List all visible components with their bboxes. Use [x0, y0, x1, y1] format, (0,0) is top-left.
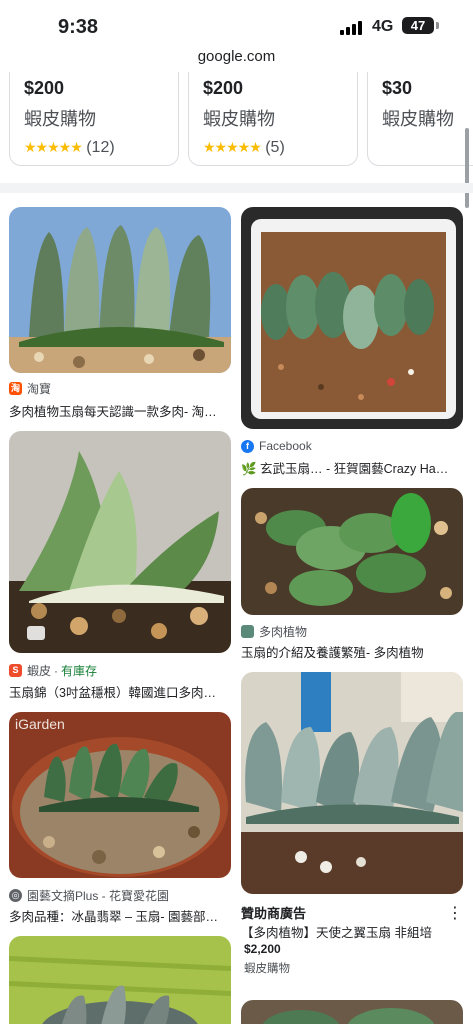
product-seller: 蝦皮購物 — [382, 109, 454, 129]
shopee-icon: S — [9, 664, 22, 677]
shopping-carousel[interactable]: $200 蝦皮購物 ★★★★★ (12) $200 蝦皮購物 ★★★★★ (5)… — [0, 72, 473, 172]
globe-icon: ◎ — [9, 889, 22, 902]
source-name: Facebook — [259, 439, 312, 453]
source-name: 園藝文摘Plus - 花寶愛花園 — [27, 889, 170, 903]
product-seller: 蝦皮購物 — [203, 109, 275, 129]
result-image[interactable]: iGarden — [9, 712, 231, 878]
review-count: (12) — [86, 139, 115, 156]
scrollbar[interactable] — [465, 128, 469, 208]
product-price: $200 — [203, 78, 244, 98]
result-source[interactable]: f Facebook — [241, 439, 312, 453]
cellular-signal-icon — [340, 21, 362, 35]
stock-status: 有庫存 — [61, 664, 98, 678]
product-price: $200 — [24, 78, 65, 98]
shopping-card[interactable]: $30 蝦皮購物 — [367, 72, 473, 166]
star-rating-icon: ★★★★★ — [24, 139, 83, 155]
result-caption[interactable]: 玉扇的介紹及養護繁殖- 多肉植物 — [241, 642, 463, 661]
result-image[interactable] — [9, 936, 231, 1024]
result-caption[interactable]: 🌿 玄武玉扇… - 狂賀園藝Crazy Ha… — [241, 458, 463, 477]
result-image[interactable] — [241, 672, 463, 894]
sponsored-label: 贊助商廣告 — [241, 906, 307, 921]
result-caption[interactable]: 多肉品種：冰晶翡翠 – 玉扇- 園藝部… — [9, 906, 231, 925]
result-source[interactable]: 淘 淘寶 — [9, 380, 51, 397]
result-caption[interactable]: 多肉植物玉扇每天認識一款多肉- 淘… — [9, 401, 231, 420]
result-source[interactable]: 多肉植物 — [241, 623, 307, 640]
review-count: (5) — [265, 139, 285, 156]
star-rating-icon: ★★★★★ — [203, 139, 262, 155]
result-image[interactable] — [9, 431, 231, 653]
section-divider — [0, 183, 473, 193]
source-name: 蝦皮 — [27, 664, 52, 678]
product-seller: 蝦皮購物 — [24, 109, 96, 129]
site-icon — [241, 625, 254, 638]
battery-tip — [436, 22, 439, 29]
product-price: $30 — [382, 78, 413, 98]
result-source[interactable]: S 蝦皮 · 有庫存 — [9, 662, 97, 679]
product-seller: 蝦皮購物 — [244, 963, 290, 975]
result-image[interactable] — [241, 1000, 463, 1024]
result-source[interactable]: ◎ 園藝文摘Plus - 花寶愛花園 — [9, 887, 169, 904]
result-image[interactable] — [241, 488, 463, 615]
shopping-card[interactable]: $200 蝦皮購物 ★★★★★ (5) — [188, 72, 358, 166]
result-image[interactable] — [241, 207, 463, 429]
battery-icon: 47 — [402, 17, 434, 34]
image-watermark: iGarden — [15, 716, 65, 732]
network-type: 4G — [372, 18, 394, 35]
result-caption[interactable]: 【多肉植物】天使之翼玉扇 非組培 — [241, 922, 463, 941]
source-name: 淘寶 — [27, 382, 52, 396]
facebook-icon: f — [241, 439, 254, 453]
status-time: 9:38 — [58, 16, 99, 38]
taobao-icon: 淘 — [9, 382, 22, 395]
shopping-card[interactable]: $200 蝦皮購物 ★★★★★ (12) — [9, 72, 179, 166]
source-name: 多肉植物 — [259, 625, 308, 639]
product-rating: ★★★★★ (12) — [24, 139, 164, 157]
result-image[interactable] — [9, 207, 231, 373]
result-caption[interactable]: 玉扇錦（3吋盆穩根）韓國進口多肉… — [9, 682, 231, 701]
more-options-icon[interactable]: ⋮ — [447, 903, 463, 923]
product-rating: ★★★★★ (5) — [203, 139, 343, 157]
status-bar: 9:38 4G 47 — [0, 0, 473, 50]
url-bar[interactable]: google.com — [0, 48, 473, 72]
product-price: $2,200 — [244, 942, 281, 956]
